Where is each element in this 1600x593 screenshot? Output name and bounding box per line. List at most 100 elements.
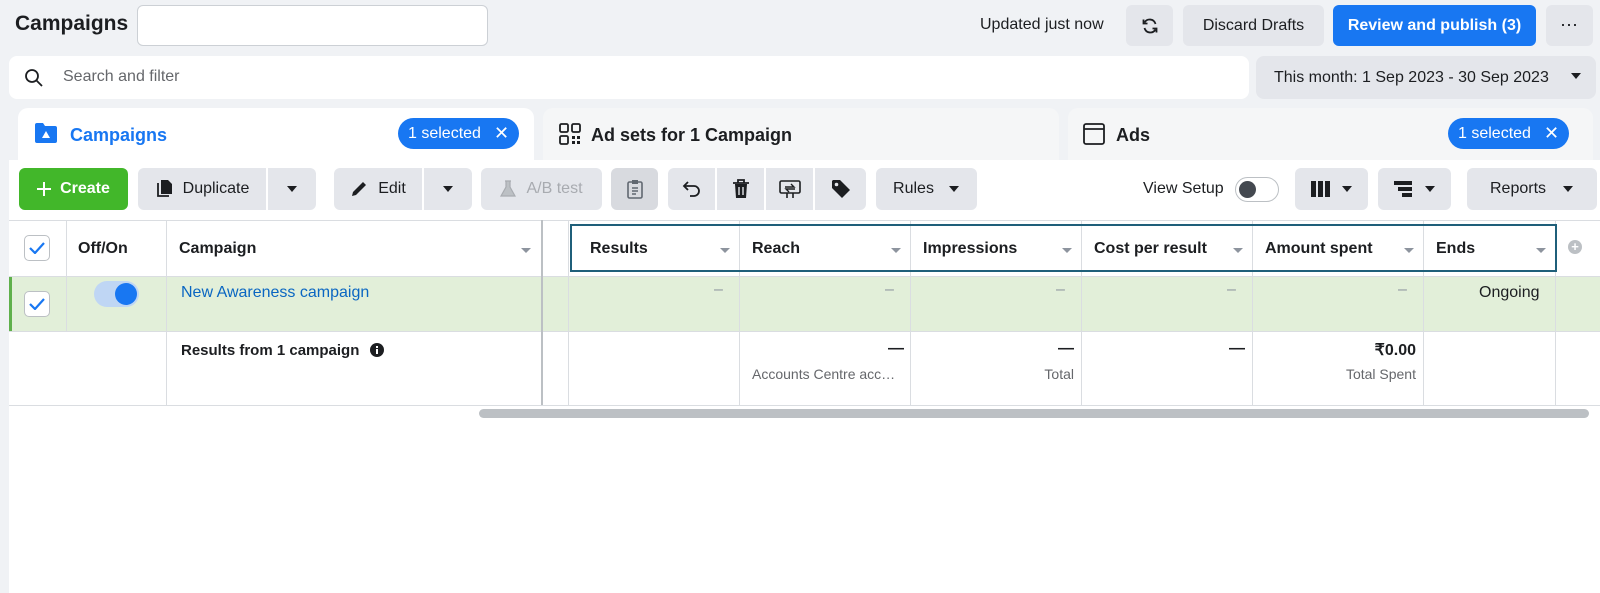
tag-button[interactable] bbox=[815, 168, 866, 210]
select-all-checkbox[interactable] bbox=[24, 235, 50, 261]
window-icon bbox=[1083, 123, 1105, 145]
tab-campaigns[interactable]: Campaigns 1 selected ✕ bbox=[18, 108, 534, 160]
edit-button[interactable]: Edit bbox=[334, 168, 422, 210]
column-divider bbox=[66, 220, 67, 331]
caret-down-icon bbox=[1424, 185, 1436, 193]
tab-ad-sets[interactable]: Ad sets for 1 Campaign bbox=[543, 108, 1059, 160]
trash-icon bbox=[732, 179, 750, 199]
reports-label: Reports bbox=[1489, 180, 1547, 197]
breakdown-button[interactable] bbox=[1378, 168, 1451, 210]
horizontal-scrollbar[interactable] bbox=[479, 409, 1589, 418]
clipboard-icon bbox=[626, 179, 643, 199]
campaign-on-off-toggle[interactable] bbox=[94, 281, 139, 307]
create-label: Create bbox=[60, 180, 110, 197]
reports-button[interactable]: Reports bbox=[1467, 168, 1597, 210]
amount-spent-total-sub: Total Spent bbox=[1345, 366, 1416, 382]
caret-down-icon bbox=[1341, 185, 1353, 193]
pencil-icon bbox=[350, 180, 368, 198]
selection-badge: 1 selected ✕ bbox=[1448, 118, 1570, 149]
duplicate-icon bbox=[155, 179, 175, 199]
row-selected-accent bbox=[9, 276, 12, 331]
checkmark-icon bbox=[29, 242, 45, 254]
ab-test-button[interactable]: A/B test bbox=[481, 168, 602, 210]
refresh-button[interactable] bbox=[1126, 5, 1173, 46]
search-input[interactable]: Search and filter bbox=[63, 68, 180, 86]
campaign-name-input[interactable] bbox=[137, 5, 488, 46]
reach-total: — bbox=[888, 340, 904, 357]
rules-button[interactable]: Rules bbox=[876, 168, 977, 210]
duplicate-dropdown[interactable] bbox=[268, 168, 316, 210]
add-column-icon[interactable]: + bbox=[1568, 240, 1582, 254]
clear-selection-icon[interactable]: ✕ bbox=[494, 123, 509, 144]
caret-down-icon bbox=[286, 185, 298, 193]
clipboard-button[interactable] bbox=[611, 168, 658, 210]
undo-button[interactable] bbox=[668, 168, 715, 210]
page-title: Campaigns bbox=[15, 12, 129, 35]
row-checkbox[interactable] bbox=[24, 291, 50, 317]
impressions-total-sub: Total bbox=[1044, 366, 1074, 382]
amount-spent-total: ₹0.00 bbox=[1374, 342, 1416, 359]
updated-status: Updated just now bbox=[980, 16, 1104, 33]
search-icon bbox=[24, 68, 44, 88]
duplicate-label: Duplicate bbox=[182, 180, 250, 197]
columns-icon bbox=[1310, 181, 1331, 197]
impressions-value: – bbox=[1056, 281, 1065, 298]
more-options-button[interactable]: ⋯ bbox=[1546, 5, 1593, 46]
view-setup-label: View Setup bbox=[1143, 180, 1224, 197]
column-header-campaign[interactable]: Campaign bbox=[179, 240, 256, 258]
ends-value: Ongoing bbox=[1479, 284, 1540, 301]
checkmark-icon bbox=[29, 298, 45, 310]
clear-selection-icon[interactable]: ✕ bbox=[1544, 123, 1559, 144]
column-header-off-on[interactable]: Off/On bbox=[78, 240, 128, 258]
edit-label: Edit bbox=[378, 180, 406, 197]
delete-button[interactable] bbox=[717, 168, 764, 210]
totals-bottom-border bbox=[9, 405, 1600, 406]
tab-ads-label: Ads bbox=[1116, 125, 1151, 145]
caret-down-icon bbox=[948, 185, 960, 193]
discard-drafts-button[interactable]: Discard Drafts bbox=[1183, 5, 1324, 46]
tab-ads[interactable]: Ads 1 selected ✕ bbox=[1068, 108, 1593, 160]
reach-value: – bbox=[885, 281, 894, 298]
date-range-button[interactable]: This month: 1 Sep 2023 - 30 Sep 2023 bbox=[1256, 56, 1596, 99]
selection-badge: 1 selected ✕ bbox=[398, 118, 520, 149]
cost-per-result-total: — bbox=[1229, 340, 1245, 357]
tab-ad-sets-label: Ad sets for 1 Campaign bbox=[591, 125, 793, 145]
column-divider bbox=[568, 220, 569, 405]
create-button[interactable]: Create bbox=[19, 168, 128, 210]
column-highlight-box bbox=[570, 224, 1557, 272]
impressions-total: — bbox=[1058, 340, 1074, 357]
caret-down-icon bbox=[1570, 72, 1582, 80]
table-top-border bbox=[9, 220, 1600, 221]
sort-icon[interactable] bbox=[521, 248, 531, 253]
review-publish-button[interactable]: Review and publish (3) bbox=[1333, 5, 1536, 46]
search-bar[interactable] bbox=[9, 56, 1249, 99]
duplicate-button[interactable]: Duplicate bbox=[138, 168, 266, 210]
caret-down-icon bbox=[442, 185, 454, 193]
plus-icon bbox=[37, 182, 52, 196]
export-button[interactable] bbox=[766, 168, 813, 210]
column-divider bbox=[166, 220, 167, 405]
caret-down-icon bbox=[1562, 185, 1574, 193]
date-range-label: This month: 1 Sep 2023 - 30 Sep 2023 bbox=[1274, 68, 1549, 86]
rules-label: Rules bbox=[893, 180, 934, 197]
edit-dropdown[interactable] bbox=[424, 168, 472, 210]
campaign-name-link[interactable]: New Awareness campaign bbox=[181, 284, 369, 302]
export-icon bbox=[778, 179, 801, 199]
row-bottom-border bbox=[9, 331, 1600, 332]
totals-label: Results from 1 campaign bbox=[181, 342, 360, 359]
info-icon[interactable] bbox=[370, 343, 384, 357]
view-setup-toggle[interactable] bbox=[1235, 177, 1279, 202]
undo-icon bbox=[682, 180, 702, 198]
flask-icon bbox=[500, 180, 517, 198]
tab-campaigns-label: Campaigns bbox=[70, 125, 168, 145]
selection-badge-label: 1 selected bbox=[408, 124, 481, 142]
amount-spent-value: – bbox=[1398, 281, 1407, 298]
grid-icon bbox=[559, 123, 581, 145]
reach-total-sub: Accounts Centre accounts bbox=[752, 366, 902, 382]
columns-button[interactable] bbox=[1295, 168, 1368, 210]
breakdown-icon bbox=[1393, 181, 1414, 197]
header-bottom-border bbox=[9, 276, 1600, 277]
cost-per-result-value: – bbox=[1227, 281, 1236, 298]
results-value: – bbox=[714, 281, 723, 298]
frozen-column-divider bbox=[541, 220, 543, 405]
